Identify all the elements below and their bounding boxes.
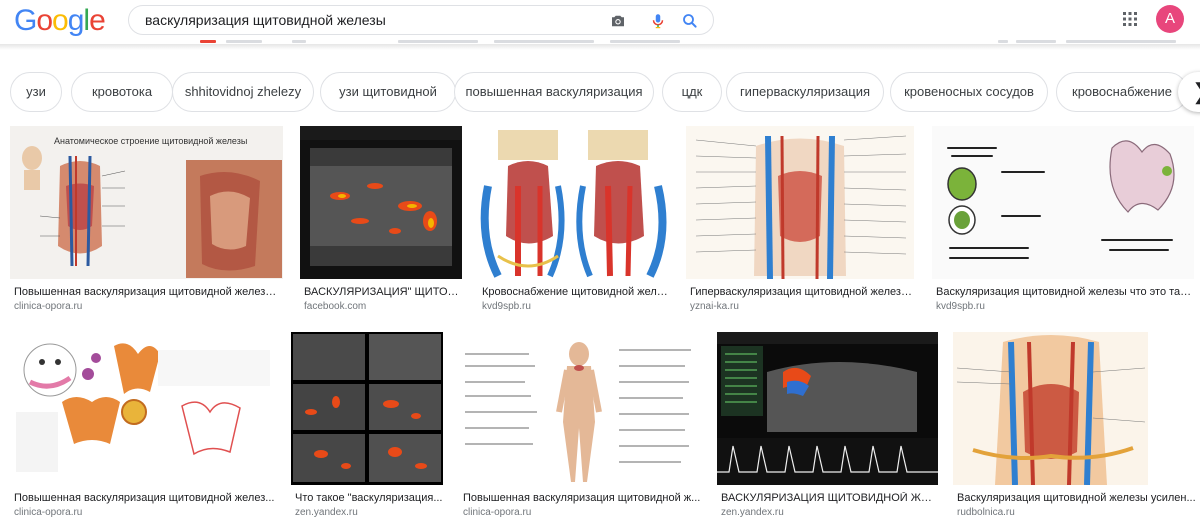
- thumbnail-caption: Анатомическое строение щитовидной железы: [54, 136, 247, 146]
- result-source[interactable]: facebook.com: [304, 301, 366, 312]
- result-source[interactable]: kvd9spb.ru: [482, 301, 531, 312]
- tab-bar: [494, 40, 594, 43]
- chip[interactable]: узи щитовидной: [320, 72, 456, 112]
- tab-bar: [292, 40, 306, 43]
- tab-bar: [1066, 40, 1176, 43]
- logo-letter: o: [52, 4, 69, 37]
- result-source[interactable]: clinica-opora.ru: [14, 507, 82, 518]
- result-title[interactable]: ВАСКУЛЯРИЗАЦИЯ ЩИТОВИДНОЙ ЖЕЛЕ...: [721, 492, 939, 504]
- tab-bar: [398, 40, 478, 43]
- chip[interactable]: узи: [10, 72, 62, 112]
- thumbnail-image[interactable]: [300, 126, 462, 279]
- result-source[interactable]: rudbolnica.ru: [957, 507, 1015, 518]
- tab-bar: [610, 40, 680, 43]
- result-title[interactable]: Повышенная васкуляризация щитовидной жел…: [14, 492, 276, 504]
- result-source[interactable]: zen.yandex.ru: [295, 507, 358, 518]
- logo-letter: o: [36, 4, 53, 37]
- chip[interactable]: кровоснабжение: [1056, 72, 1188, 112]
- google-logo[interactable]: Google: [14, 4, 106, 38]
- logo-letter: G: [14, 4, 37, 37]
- search-icon[interactable]: [681, 12, 699, 30]
- tab-bar: [998, 40, 1008, 43]
- thumbnail-image[interactable]: [717, 332, 938, 485]
- thumbnail-image[interactable]: [932, 126, 1194, 279]
- result-title[interactable]: Васкуляризация щитовидной железы усилен.…: [957, 492, 1197, 504]
- related-chips: узи кровотока shhitovidnoj zhelezy узи щ…: [10, 72, 1200, 114]
- result-title[interactable]: Гиперваскуляризация щитовидной железы...: [690, 286, 916, 298]
- search-input[interactable]: [145, 10, 605, 30]
- result-source[interactable]: clinica-opora.ru: [14, 301, 82, 312]
- thumbnail-image[interactable]: Анатомическое строение щитовидной железы: [10, 126, 283, 279]
- camera-icon[interactable]: [609, 12, 627, 30]
- result-title[interactable]: Повышенная васкуляризация щитовидной жел…: [14, 286, 284, 298]
- chip[interactable]: повышенная васкуляризация: [454, 72, 654, 112]
- result-source[interactable]: kvd9spb.ru: [936, 301, 985, 312]
- microphone-icon[interactable]: [649, 12, 667, 30]
- thumbnail-image[interactable]: [459, 332, 701, 485]
- thumbnail-image[interactable]: [291, 332, 443, 485]
- logo-letter: e: [89, 4, 106, 37]
- result-title[interactable]: Повышенная васкуляризация щитовидной ж..…: [463, 492, 701, 504]
- result-title[interactable]: ВАСКУЛЯРИЗАЦИЯ" ЩИТОВИ...: [304, 286, 464, 298]
- thumbnail-image[interactable]: [10, 332, 275, 485]
- result-source[interactable]: zen.yandex.ru: [721, 507, 784, 518]
- result-title[interactable]: Кровоснабжение щитовидной желе...: [482, 286, 672, 298]
- chip[interactable]: shhitovidnoj zhelezy: [172, 72, 314, 112]
- thumbnail-image[interactable]: [953, 332, 1148, 485]
- chip[interactable]: кровеносных сосудов: [890, 72, 1048, 112]
- header-shadow: [0, 44, 1200, 50]
- chip[interactable]: гиперваскуляризация: [726, 72, 884, 112]
- search-box: [128, 5, 714, 35]
- result-title[interactable]: Васкуляризация щитовидной железы что это…: [936, 286, 1194, 298]
- logo-letter: g: [67, 4, 85, 37]
- result-title[interactable]: Что такое "васкуляризация...: [295, 492, 445, 504]
- apps-grid-icon[interactable]: [1122, 11, 1138, 27]
- tab-indicator: [200, 40, 216, 43]
- thumbnail-image[interactable]: [478, 126, 671, 279]
- tab-bar: [226, 40, 262, 43]
- chip[interactable]: цдк: [662, 72, 722, 112]
- thumbnail-image[interactable]: [686, 126, 914, 279]
- avatar[interactable]: A: [1156, 5, 1184, 33]
- result-source[interactable]: yznai-ka.ru: [690, 301, 739, 312]
- chip[interactable]: кровотока: [71, 72, 173, 112]
- result-source[interactable]: clinica-opora.ru: [463, 507, 531, 518]
- tab-bar: [1016, 40, 1056, 43]
